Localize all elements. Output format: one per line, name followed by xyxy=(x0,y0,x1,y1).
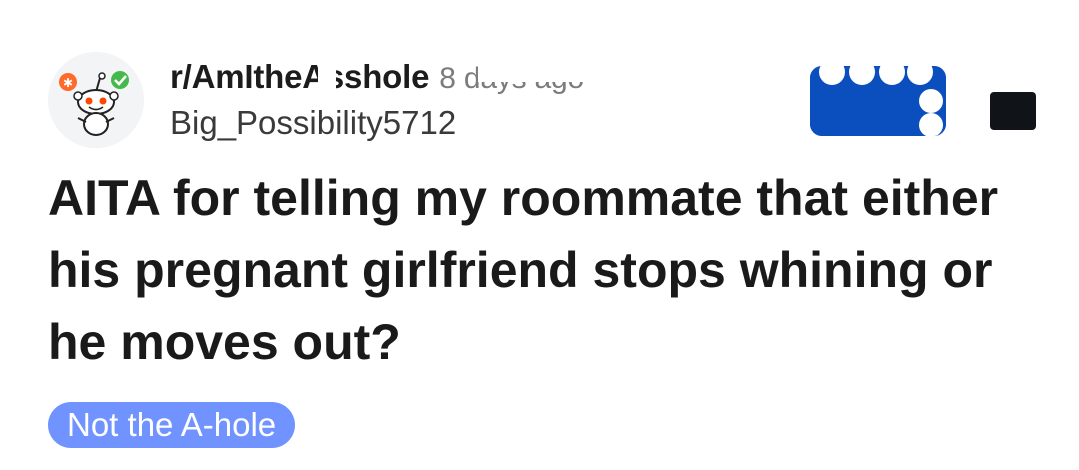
redaction-mark xyxy=(318,66,336,96)
post-title[interactable]: AITA for telling my roommate that either… xyxy=(48,162,1058,378)
reddit-post-header: ✱ r/AmItheAsshole8 days ago Big_Possibil… xyxy=(0,0,1079,470)
svg-text:✱: ✱ xyxy=(63,76,73,90)
redaction-mark xyxy=(478,62,638,82)
subreddit-name[interactable]: r/AmItheAsshole xyxy=(170,58,429,95)
post-flair[interactable]: Not the A-hole xyxy=(48,402,296,448)
more-options-icon[interactable] xyxy=(990,92,1036,130)
post-author[interactable]: Big_Possibility5712 xyxy=(170,104,456,142)
join-button[interactable] xyxy=(810,66,946,136)
snoo-avatar-icon[interactable]: ✱ xyxy=(48,52,144,148)
